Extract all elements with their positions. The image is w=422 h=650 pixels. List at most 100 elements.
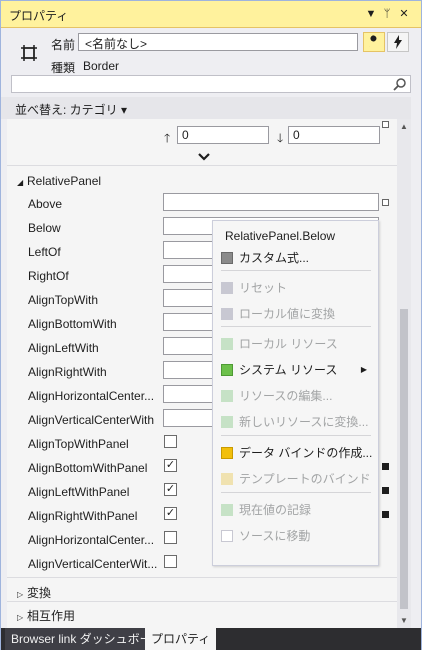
section-transform[interactable]: ▷ 変換 bbox=[17, 584, 51, 601]
menu-item-label: リソースの編集... bbox=[239, 389, 333, 403]
bottom-tab-strip: Browser link ダッシュボード プロパティ bbox=[1, 628, 421, 650]
menu-title: RelativePanel.Below bbox=[225, 229, 336, 243]
swatch-icon bbox=[221, 308, 233, 320]
prop-label-aligntopwith: AlignTopWith bbox=[28, 293, 99, 307]
prop-label-alignleftwith: AlignLeftWith bbox=[28, 341, 99, 355]
above-input[interactable] bbox=[163, 193, 379, 211]
swatch-icon bbox=[221, 530, 233, 542]
alignvcenterpanel-checkbox[interactable] bbox=[164, 555, 177, 568]
offset-up-input[interactable]: 0 bbox=[177, 126, 269, 144]
menu-item-label: ソースに移動 bbox=[239, 529, 311, 543]
properties-wrench-button[interactable] bbox=[363, 32, 385, 52]
prop-label-alignrightwith: AlignRightWith bbox=[28, 365, 107, 379]
prop-label-above: Above bbox=[28, 197, 63, 211]
collapse-triangle-icon: ▷ bbox=[17, 613, 24, 622]
sort-bar: 並べ替え: カテゴリ ▾ bbox=[1, 97, 411, 119]
prop-label-rightof: RightOf bbox=[28, 269, 69, 283]
menu-item-label: リセット bbox=[239, 281, 288, 295]
alignbottompanel-checkbox[interactable]: ✓ bbox=[164, 459, 177, 472]
sort-by-dropdown[interactable]: 並べ替え: カテゴリ ▾ bbox=[15, 101, 127, 118]
menu-item-label: テンプレートのバインド bbox=[239, 472, 371, 486]
menu-separator bbox=[221, 492, 371, 493]
menu-separator bbox=[221, 270, 371, 271]
menu-separator bbox=[221, 326, 371, 327]
name-input[interactable]: <名前なし> bbox=[78, 33, 358, 51]
menu-item-custom-expression[interactable]: カスタム式... bbox=[221, 248, 371, 268]
alignbottompanel-marker[interactable] bbox=[382, 463, 389, 470]
menu-item-template-binding[interactable]: テンプレートのバインド bbox=[221, 469, 371, 489]
events-bolt-button[interactable] bbox=[387, 32, 409, 52]
menu-item-label: 現在値の記録 bbox=[239, 503, 312, 517]
menu-item-record-current-value[interactable]: 現在値の記録 bbox=[221, 500, 371, 520]
prop-label-alignbottomwith: AlignBottomWith bbox=[28, 317, 117, 331]
menu-item-local-resource[interactable]: ローカル リソース bbox=[221, 334, 371, 354]
menu-item-system-resource[interactable]: システム リソース ▶ bbox=[221, 360, 371, 380]
prop-label-alignbottompanel: AlignBottomWithPanel bbox=[28, 461, 148, 475]
menu-item-label: ローカル リソース bbox=[239, 337, 338, 351]
swatch-icon bbox=[221, 338, 233, 350]
lightning-icon bbox=[394, 35, 402, 49]
properties-window: プロパティ ▼ ᛘ ✕ 名前 <名前なし> 種類 Border 並べ替え: カテ… bbox=[0, 0, 422, 650]
arrow-up-icon: 🡑 bbox=[164, 131, 171, 145]
tab-properties[interactable]: プロパティ bbox=[145, 628, 217, 650]
alignrightpanel-checkbox[interactable]: ✓ bbox=[164, 507, 177, 520]
swatch-icon bbox=[221, 364, 233, 376]
dropdown-arrow-icon[interactable]: ▼ bbox=[363, 5, 379, 23]
property-search-input[interactable] bbox=[11, 75, 411, 93]
collapse-triangle-icon: ▷ bbox=[17, 590, 24, 599]
pin-icon[interactable]: ᛘ bbox=[379, 5, 395, 23]
prop-label-alignhcenter: AlignHorizontalCenter... bbox=[28, 389, 155, 403]
section-relativepanel[interactable]: ◢ RelativePanel bbox=[17, 174, 101, 188]
menu-item-label: ローカル値に変換 bbox=[239, 307, 336, 321]
swatch-icon bbox=[221, 252, 233, 264]
swatch-icon bbox=[221, 473, 233, 485]
section-title: RelativePanel bbox=[27, 174, 102, 188]
prop-label-leftof: LeftOf bbox=[28, 245, 61, 259]
swatch-icon bbox=[221, 390, 233, 402]
prop-label-alignhcenterpanel: AlignHorizontalCenter... bbox=[28, 533, 155, 547]
menu-item-edit-resource[interactable]: リソースの編集... bbox=[221, 386, 371, 406]
chevron-down-icon[interactable] bbox=[197, 151, 211, 163]
close-icon[interactable]: ✕ bbox=[396, 5, 412, 23]
type-value: Border bbox=[83, 59, 120, 73]
prop-label-alignleftpanel: AlignLeftWithPanel bbox=[28, 485, 130, 499]
alignhcenterpanel-checkbox[interactable] bbox=[164, 531, 177, 544]
menu-item-convert-to-local[interactable]: ローカル値に変換 bbox=[221, 304, 371, 324]
prop-label-below: Below bbox=[28, 221, 61, 235]
section-title: 相互作用 bbox=[27, 609, 76, 623]
above-marker[interactable] bbox=[382, 199, 389, 206]
property-context-menu: RelativePanel.Below カスタム式... リセット ローカル値に… bbox=[212, 220, 379, 566]
section-title: 変換 bbox=[27, 586, 52, 600]
menu-separator bbox=[221, 435, 371, 436]
divider bbox=[7, 601, 397, 602]
menu-item-label: 新しいリソースに変換... bbox=[239, 415, 369, 429]
submenu-arrow-icon: ▶ bbox=[360, 365, 367, 374]
alignleftpanel-marker[interactable] bbox=[382, 487, 389, 494]
offset-down-input[interactable]: 0 bbox=[288, 126, 380, 144]
menu-item-label: カスタム式... bbox=[239, 251, 310, 265]
search-icon[interactable] bbox=[393, 77, 407, 91]
swatch-icon bbox=[221, 282, 233, 294]
wrench-icon bbox=[369, 35, 377, 47]
prop-label-alignvcenterpanel: AlignVerticalCenterWit... bbox=[28, 557, 158, 571]
alignleftpanel-checkbox[interactable]: ✓ bbox=[164, 483, 177, 496]
vertical-scrollbar[interactable]: ▲ ▼ bbox=[397, 119, 411, 629]
menu-item-label: データ バインドの作成... bbox=[239, 446, 373, 460]
alignrightpanel-marker[interactable] bbox=[382, 511, 389, 518]
menu-item-convert-new-resource[interactable]: 新しいリソースに変換... bbox=[221, 412, 371, 432]
divider bbox=[7, 165, 397, 166]
title-bar: プロパティ ▼ ᛘ ✕ bbox=[1, 1, 421, 28]
aligntoppanel-checkbox[interactable] bbox=[164, 435, 177, 448]
scroll-thumb[interactable] bbox=[400, 309, 408, 609]
swatch-icon bbox=[221, 416, 233, 428]
property-marker[interactable] bbox=[382, 121, 389, 128]
prop-label-alignvcenter: AlignVerticalCenterWith bbox=[28, 413, 155, 427]
menu-item-create-data-binding[interactable]: データ バインドの作成... bbox=[221, 443, 373, 463]
type-label: 種類 bbox=[51, 61, 76, 75]
menu-item-go-to-source[interactable]: ソースに移動 bbox=[221, 526, 371, 546]
swatch-icon bbox=[221, 504, 233, 516]
scroll-down-icon[interactable]: ▼ bbox=[398, 615, 410, 627]
section-interaction[interactable]: ▷ 相互作用 bbox=[17, 607, 75, 624]
scroll-up-icon[interactable]: ▲ bbox=[398, 121, 410, 133]
menu-item-reset[interactable]: リセット bbox=[221, 278, 371, 298]
